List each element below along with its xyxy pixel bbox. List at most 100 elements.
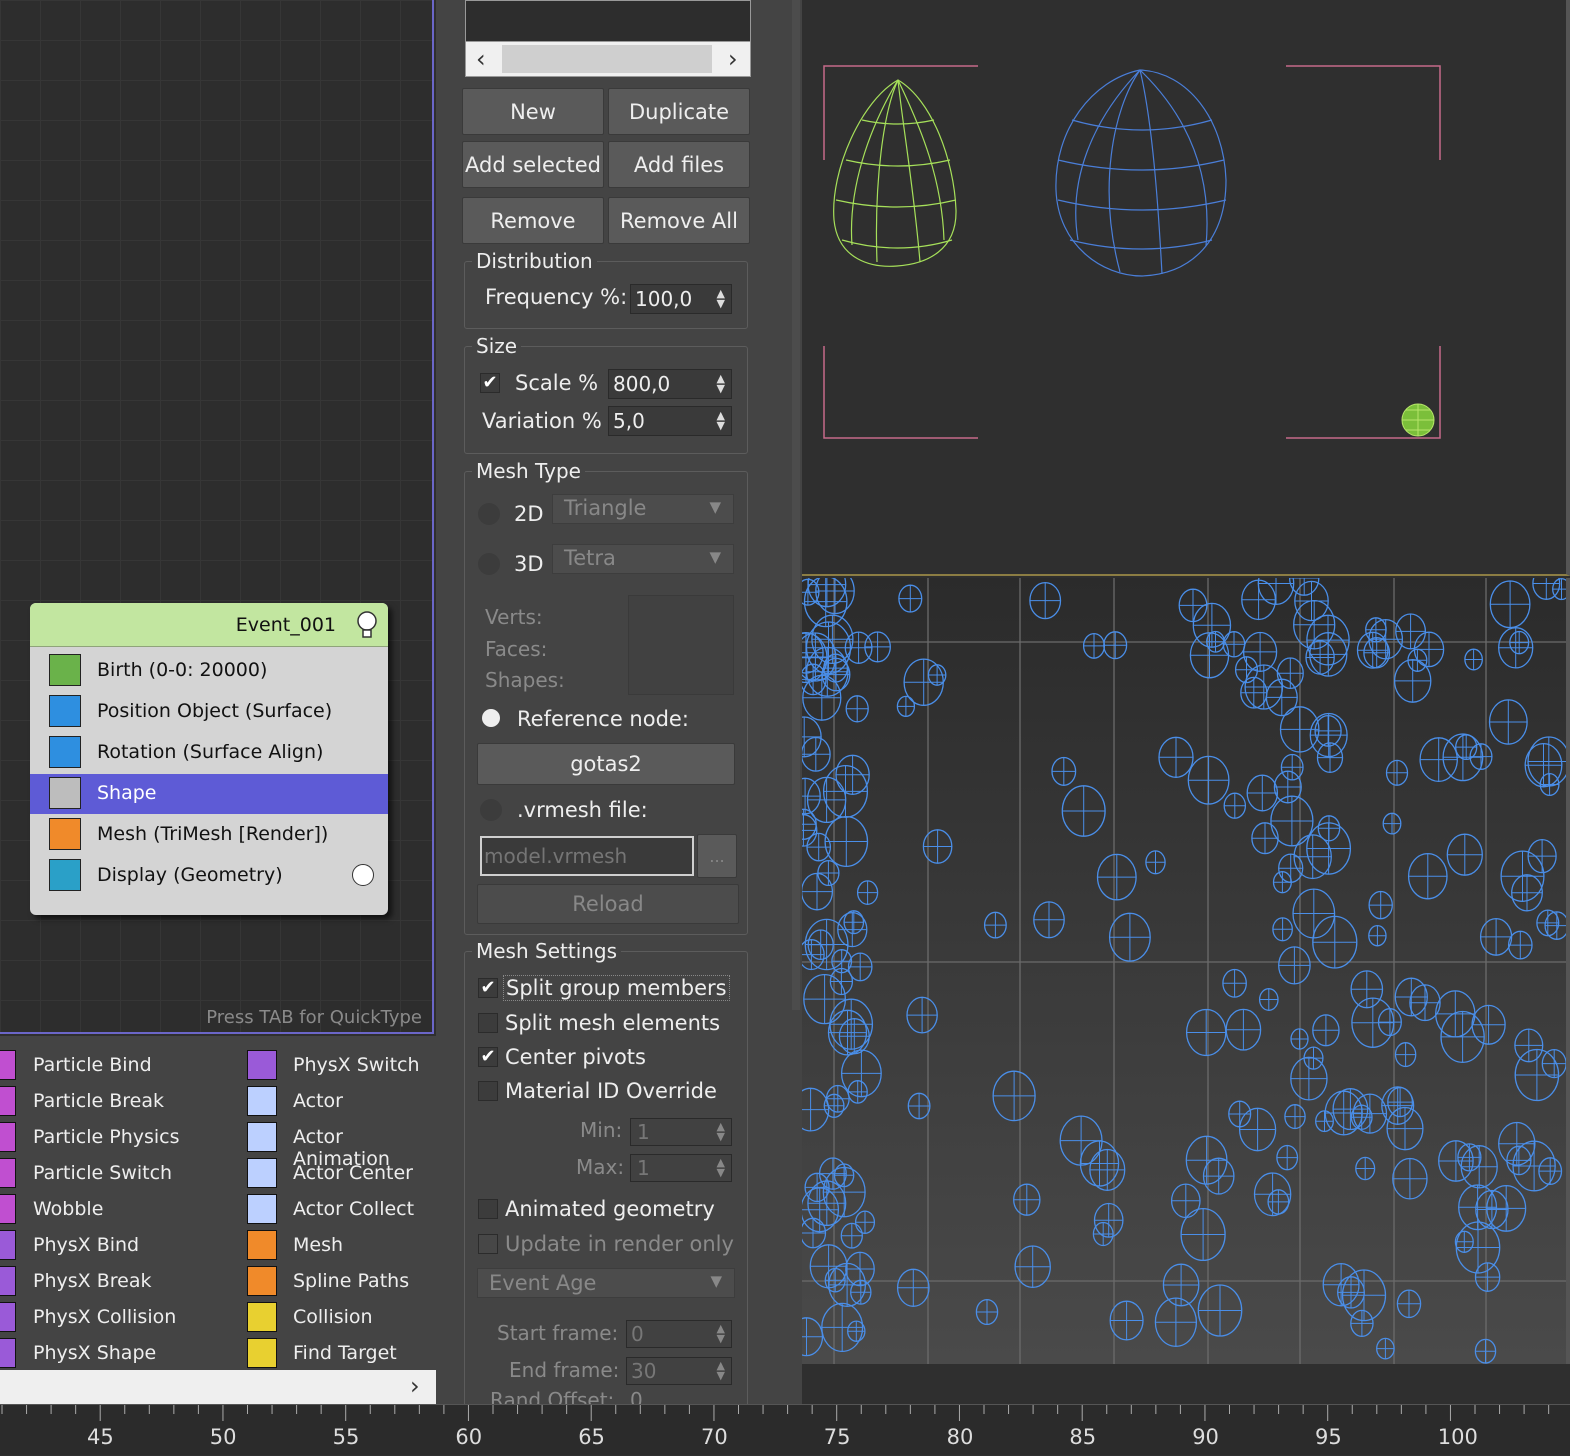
depot-item-label: Particle Bind	[33, 1054, 152, 1076]
material-id-checkbox[interactable]	[478, 1081, 498, 1101]
depot-item[interactable]: PhysX Switch	[245, 1048, 436, 1084]
end-frame-value[interactable]: 30	[631, 1359, 656, 1383]
scroll-right-icon[interactable]: ›	[410, 1372, 420, 1400]
depot-item[interactable]: Actor Center	[245, 1156, 436, 1192]
droplet-mesh-lines	[1258, 578, 1294, 605]
depot-item[interactable]: Particle Switch	[0, 1156, 240, 1192]
add-files-button[interactable]: Add files	[608, 141, 750, 188]
depot-item[interactable]: Mesh	[245, 1228, 436, 1264]
depot-item[interactable]: PhysX Collision	[0, 1300, 240, 1336]
spinner-arrows-icon[interactable]: ▲ ▼	[717, 373, 725, 394]
variation-value[interactable]: 5,0	[613, 409, 645, 433]
update-render-checkbox[interactable]	[478, 1234, 498, 1254]
shape-preview-viewport[interactable]	[802, 0, 1570, 576]
depot-item[interactable]: Actor Animation	[245, 1120, 436, 1170]
animated-geometry-checkbox[interactable]	[478, 1199, 498, 1219]
event-operator-row[interactable]: Birth (0-0: 20000)	[30, 651, 388, 691]
spinner-arrows-icon[interactable]: ▲ ▼	[717, 410, 725, 431]
event-operator-row[interactable]: Display (Geometry)	[30, 856, 388, 896]
duplicate-button[interactable]: Duplicate	[608, 88, 750, 135]
event-title: Event_001	[235, 614, 336, 636]
panel-scrollbar[interactable]	[792, 0, 800, 1010]
tetra-dropdown[interactable]: Tetra ▼	[552, 544, 734, 574]
list-scroll-thumb[interactable]	[502, 45, 712, 73]
display-toggle-icon[interactable]	[352, 864, 374, 886]
browse-button[interactable]: ...	[697, 834, 737, 878]
min-label: Min:	[580, 1118, 623, 1142]
operator-icon	[0, 1302, 16, 1332]
remove-button[interactable]: Remove	[462, 197, 604, 244]
depot-item[interactable]: Wobble	[0, 1192, 240, 1228]
timeline-ruler[interactable]: 45 50 55 60 65 70 75 80 85 90 95 100	[0, 1404, 1570, 1455]
frequency-value[interactable]: 100,0	[635, 287, 692, 311]
particle-view-canvas[interactable]: Event_001 Birth (0-0: 20000) Position Obj…	[0, 0, 434, 1034]
depot-item[interactable]: Find Target	[245, 1336, 436, 1372]
depot-item-label: PhysX Collision	[33, 1306, 177, 1328]
scale-label: Scale %	[515, 371, 599, 395]
event-operator-row[interactable]: Position Object (Surface)	[30, 692, 388, 732]
depot-item[interactable]: Particle Break	[0, 1084, 240, 1120]
depot-scrollbar[interactable]: ›	[0, 1370, 436, 1404]
vrmesh-file-input[interactable]	[480, 836, 694, 876]
new-button[interactable]: New	[462, 88, 604, 135]
add-selected-button[interactable]: Add selected	[462, 141, 604, 188]
min-value[interactable]: 1	[637, 1120, 650, 1144]
operator-icon	[0, 1338, 16, 1368]
variation-spinner[interactable]: 5,0 ▲ ▼	[608, 406, 732, 436]
reload-button[interactable]: Reload	[477, 884, 739, 924]
list-scroll-right-icon[interactable]: ›	[728, 45, 738, 73]
position-object-icon	[49, 695, 81, 727]
end-frame-spinner[interactable]: 30 ▲ ▼	[626, 1357, 732, 1385]
event-header[interactable]: Event_001	[30, 603, 388, 647]
depot-item[interactable]: Actor Collect	[245, 1192, 436, 1228]
size-group	[464, 346, 748, 454]
start-frame-label: Start frame:	[497, 1321, 619, 1345]
remove-all-button[interactable]: Remove All	[608, 197, 750, 244]
shape-list-content[interactable]	[466, 1, 750, 42]
list-scroll-left-icon[interactable]: ‹	[476, 45, 486, 73]
depot-item[interactable]: Particle Bind	[0, 1048, 240, 1084]
radio-reference-node[interactable]	[482, 709, 500, 727]
min-spinner[interactable]: 1 ▲ ▼	[630, 1118, 732, 1146]
depot-item[interactable]: Actor	[245, 1084, 436, 1120]
radio-2d[interactable]	[478, 503, 500, 525]
depot-item[interactable]: Spline Paths	[245, 1264, 436, 1300]
event-age-dropdown[interactable]: Event Age ▼	[477, 1268, 735, 1298]
perspective-viewport[interactable]	[802, 578, 1570, 1364]
spinner-arrows-icon[interactable]: ▲ ▼	[717, 1360, 725, 1381]
event-operator-row[interactable]: Shape	[30, 774, 388, 814]
start-frame-spinner[interactable]: 0 ▲ ▼	[626, 1320, 732, 1348]
split-mesh-checkbox[interactable]	[478, 1013, 498, 1033]
birth-icon	[49, 654, 81, 686]
shape-list[interactable]: ‹ ›	[465, 0, 751, 77]
distribution-title: Distribution	[472, 249, 597, 273]
triangle-dropdown[interactable]: Triangle ▼	[552, 494, 734, 524]
radio-3d[interactable]	[478, 553, 500, 575]
depot-item[interactable]: PhysX Bind	[0, 1228, 240, 1264]
depot-item[interactable]: PhysX Shape	[0, 1336, 240, 1372]
reference-node-button[interactable]: gotas2	[477, 743, 735, 785]
spinner-arrows-icon[interactable]: ▲ ▼	[717, 1157, 725, 1178]
depot-item[interactable]: PhysX Break	[0, 1264, 240, 1300]
spinner-arrows-icon[interactable]: ▲ ▼	[717, 288, 725, 309]
event-node[interactable]: Event_001 Birth (0-0: 20000) Position Obj…	[30, 603, 388, 915]
event-operator-row[interactable]: Mesh (TriMesh [Render])	[30, 815, 388, 855]
lightbulb-icon[interactable]	[355, 610, 379, 640]
spinner-arrows-icon[interactable]: ▲ ▼	[717, 1323, 725, 1344]
depot-item[interactable]: Collision	[245, 1300, 436, 1336]
max-value[interactable]: 1	[637, 1156, 650, 1180]
split-group-label: Split group members	[503, 975, 730, 1001]
center-pivots-checkbox[interactable]: ✔	[478, 1047, 498, 1067]
frequency-spinner[interactable]: 100,0 ▲ ▼	[630, 284, 732, 314]
scale-checkbox[interactable]: ✔	[480, 373, 500, 393]
start-frame-value[interactable]: 0	[631, 1322, 644, 1346]
shape-rollout: ‹ › New Duplicate Add selected Add files…	[436, 0, 802, 1411]
scale-value[interactable]: 800,0	[613, 372, 670, 396]
event-operator-row[interactable]: Rotation (Surface Align)	[30, 733, 388, 773]
spinner-arrows-icon[interactable]: ▲ ▼	[717, 1121, 725, 1142]
scale-spinner[interactable]: 800,0 ▲ ▼	[608, 369, 732, 399]
split-group-checkbox[interactable]: ✔	[478, 978, 498, 998]
radio-vrmesh-file[interactable]	[480, 799, 502, 821]
depot-item[interactable]: Particle Physics	[0, 1120, 240, 1156]
max-spinner[interactable]: 1 ▲ ▼	[630, 1154, 732, 1182]
